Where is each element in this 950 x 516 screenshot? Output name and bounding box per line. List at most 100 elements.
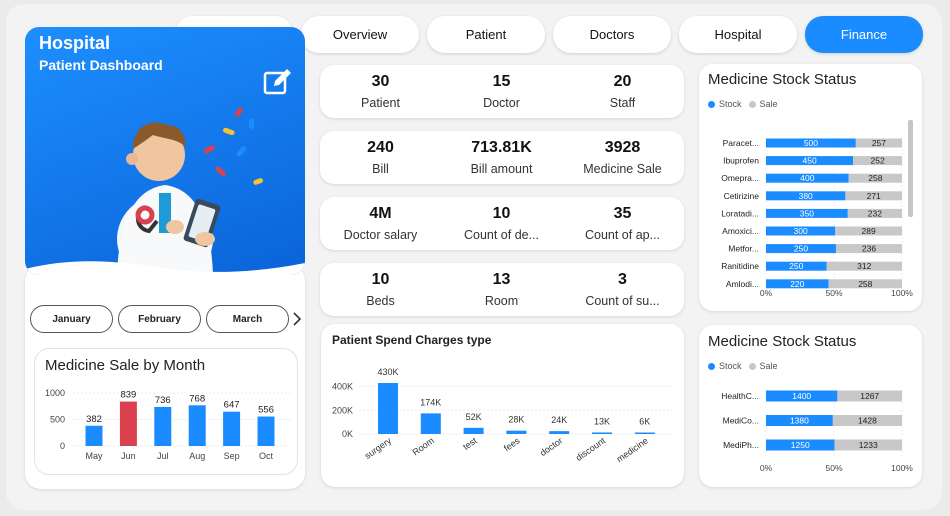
- y-tick-label: Metfor...: [728, 244, 759, 254]
- stat-label: Doctor salary: [343, 228, 418, 242]
- bar[interactable]: [592, 432, 612, 434]
- spend-charges-card: Patient Spend Charges type 400K 200K 0K 430…: [321, 324, 684, 487]
- bar[interactable]: [154, 406, 172, 446]
- data-label: 6K: [639, 417, 650, 427]
- stat-item: 3 Count of su...: [562, 263, 683, 308]
- month-filter-february[interactable]: February: [118, 305, 201, 333]
- bar[interactable]: [463, 427, 484, 434]
- x-tick-label: 0%: [760, 288, 773, 298]
- sale-data-label: 236: [862, 244, 876, 254]
- x-tick-label: medicine: [615, 435, 650, 464]
- stock-data-label: 1400: [792, 391, 811, 401]
- y-tick-label: Amlodi...: [726, 279, 759, 289]
- y-tick-label: MediCo...: [723, 416, 759, 426]
- stock-legend-dot: [708, 362, 715, 370]
- month-filter-march[interactable]: March: [206, 305, 289, 333]
- nav-overview-button[interactable]: Overview: [301, 16, 419, 53]
- stat-label: Medicine Sale: [583, 162, 662, 176]
- nav-hospital-button[interactable]: Hospital: [679, 16, 797, 53]
- x-tick-label: Aug: [189, 451, 205, 461]
- y-tick-label: HealthC...: [721, 391, 759, 401]
- stat-item: 3928 Medicine Sale: [562, 131, 683, 176]
- stat-item: 13 Room: [441, 263, 562, 308]
- bar[interactable]: [378, 383, 398, 434]
- bar[interactable]: [188, 405, 206, 446]
- x-tick-label: fees: [502, 435, 522, 453]
- y-tick-label: 400K: [332, 382, 353, 392]
- medicine-sale-chart: 1000 500 0 382 May 839 Jun 736 Jul 768 Aug 647 Sep 55…: [45, 388, 291, 461]
- y-tick-label: 500: [50, 415, 65, 425]
- bar[interactable]: [549, 431, 570, 434]
- stock-status-chart-1: 0% 50% 100% Paracet... 500 257 Ibuprofen 450 252…: [721, 137, 913, 298]
- salary-stats-card: 4M Doctor salary 10 Count of de... 35 Count o…: [320, 197, 684, 250]
- stat-label: Staff: [609, 96, 636, 110]
- stock-status-title-2: Medicine Stock Status: [708, 333, 857, 350]
- stat-item: 240 Bill: [320, 131, 441, 176]
- x-tick-label: Jul: [157, 451, 169, 461]
- data-label: 839: [120, 390, 136, 401]
- bar[interactable]: [506, 430, 527, 434]
- sale-legend-dot: [748, 362, 756, 370]
- x-tick-label: Room: [411, 435, 436, 457]
- y-tick-label: 1000: [45, 388, 65, 398]
- nav-doctors-button[interactable]: Doctors: [553, 16, 671, 53]
- nav-patient-button[interactable]: Patient: [427, 16, 545, 53]
- data-label: 13K: [594, 416, 610, 426]
- stat-item: 30 Patient: [320, 65, 441, 110]
- doctor-illustration: [117, 107, 264, 275]
- sale-data-label: 1267: [860, 391, 879, 401]
- y-tick-label: Paracet...: [723, 138, 759, 148]
- month-filter-january[interactable]: January: [30, 305, 113, 333]
- y-tick-label: Ibuprofen: [723, 156, 759, 166]
- stat-value: 713.81K: [471, 139, 532, 156]
- x-tick-label: Oct: [259, 451, 274, 461]
- bar[interactable]: [257, 416, 275, 446]
- sale-legend-dot: [748, 100, 756, 108]
- data-label: 647: [224, 400, 240, 411]
- x-tick-label: 50%: [825, 463, 842, 473]
- sale-legend-label: Sale: [759, 99, 778, 109]
- stat-item: 15 Doctor: [441, 65, 562, 110]
- bar[interactable]: [420, 413, 441, 434]
- sale-data-label: 258: [868, 173, 882, 183]
- x-tick-label: 100%: [891, 463, 913, 473]
- spend-charges-title: Patient Spend Charges type: [332, 333, 492, 347]
- scrollbar-thumb[interactable]: [908, 120, 913, 217]
- bar[interactable]: [85, 425, 103, 446]
- medicine-sale-card: Medicine Sale by Month 1000 500 0 382 May 839…: [35, 349, 297, 474]
- x-tick-label: Jun: [121, 451, 136, 461]
- nav-finance-button[interactable]: Finance: [805, 16, 923, 53]
- stat-value: 10: [492, 205, 511, 222]
- x-tick-label: test: [461, 435, 479, 452]
- sale-legend-label: Sale: [759, 361, 778, 371]
- x-tick-label: doctor: [538, 435, 564, 458]
- stat-label: Count of de...: [463, 228, 540, 242]
- chevron-right-icon[interactable]: [292, 311, 302, 327]
- stock-data-label: 450: [802, 156, 816, 166]
- stat-item: 10 Beds: [320, 263, 441, 308]
- stock-data-label: 1250: [791, 440, 810, 450]
- stock-legend-label: Stock: [719, 99, 742, 109]
- hero-subtitle: Patient Dashboard: [39, 57, 163, 73]
- data-label: 382: [86, 414, 102, 425]
- spend-charges-chart: 400K 200K 0K 430K surgery 174K Room 52K test 28K f…: [332, 367, 673, 464]
- stat-label: Patient: [361, 96, 400, 110]
- stock-status-card-2: Medicine Stock Status Stock Sale 0% 50% 10…: [699, 325, 922, 487]
- stock-data-label: 350: [800, 208, 814, 218]
- y-tick-label: 200K: [332, 405, 353, 415]
- stock-legend-1: Stock Sale: [708, 99, 778, 109]
- hero-panel: Hospital Patient Dashboard: [25, 27, 305, 275]
- bar[interactable]: [119, 401, 137, 446]
- patient-stats-card: 30 Patient 15 Doctor 20 Staff: [320, 65, 684, 118]
- x-tick-label: 50%: [825, 288, 842, 298]
- x-tick-label: Sep: [224, 451, 240, 461]
- stat-label: Count of su...: [585, 294, 660, 308]
- data-label: 174K: [420, 397, 441, 407]
- bar[interactable]: [223, 411, 241, 446]
- sale-data-label: 257: [872, 138, 886, 148]
- edit-icon[interactable]: [263, 67, 293, 97]
- x-tick-label: discount: [574, 435, 608, 463]
- stat-value: 10: [371, 271, 390, 288]
- bar[interactable]: [634, 432, 655, 435]
- y-tick-label: MediPh...: [723, 440, 759, 450]
